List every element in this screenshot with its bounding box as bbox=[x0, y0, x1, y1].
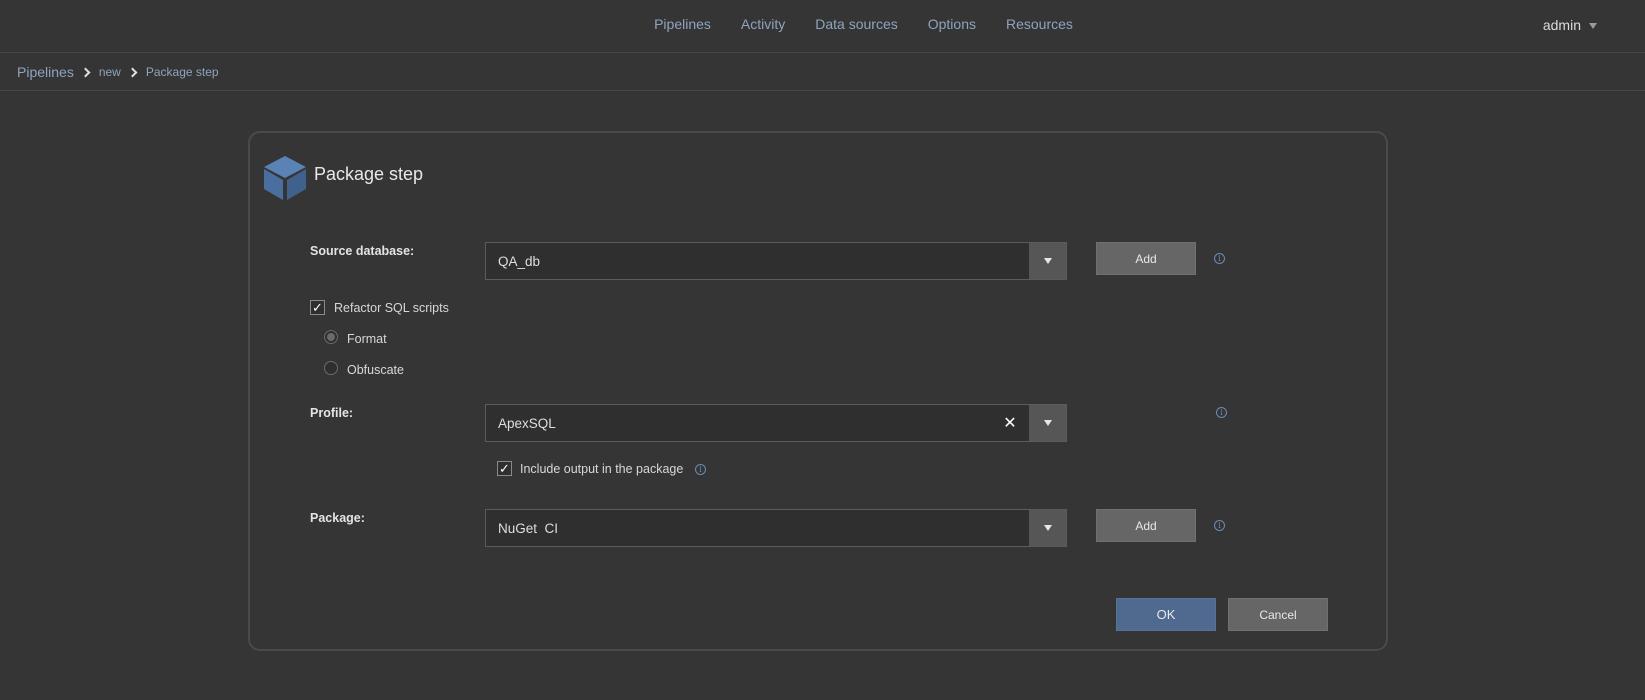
info-icon[interactable]: i bbox=[1214, 253, 1225, 264]
info-icon[interactable]: i bbox=[1214, 520, 1225, 531]
checkmark-icon: ✓ bbox=[312, 300, 323, 315]
refactor-sql-label: Refactor SQL scripts bbox=[334, 301, 449, 315]
obfuscate-label: Obfuscate bbox=[347, 363, 404, 377]
cancel-button[interactable]: Cancel bbox=[1228, 598, 1328, 631]
chevron-right-icon bbox=[80, 67, 91, 77]
ok-button[interactable]: OK bbox=[1116, 598, 1216, 631]
obfuscate-radio[interactable] bbox=[324, 361, 338, 375]
nav-pipelines[interactable]: Pipelines bbox=[654, 16, 711, 32]
panel-title: Package step bbox=[314, 164, 424, 184]
add-package-button[interactable]: Add bbox=[1096, 509, 1196, 542]
profile-dropdown-button[interactable] bbox=[1029, 405, 1066, 441]
top-bar: Pipelines Activity Data sources Options … bbox=[0, 0, 1645, 53]
main-nav: Pipelines Activity Data sources Options … bbox=[0, 16, 1645, 32]
breadcrumb-pipelines[interactable]: Pipelines bbox=[17, 64, 74, 80]
add-source-database-button[interactable]: Add bbox=[1096, 242, 1196, 275]
include-output-checkbox[interactable]: ✓ bbox=[497, 461, 512, 476]
info-icon[interactable]: i bbox=[1216, 407, 1227, 418]
user-name: admin bbox=[1542, 17, 1581, 33]
profile-select[interactable]: ApexSQL ✕ bbox=[485, 404, 1067, 442]
source-database-dropdown-button[interactable] bbox=[1029, 243, 1066, 279]
package-label: Package: bbox=[310, 511, 365, 525]
user-menu[interactable]: admin bbox=[1543, 17, 1597, 33]
info-icon[interactable]: i bbox=[695, 464, 706, 475]
package-step-panel: Package step Source database: QA_db Add … bbox=[248, 131, 1388, 651]
include-output-label: Include output in the package bbox=[520, 462, 684, 476]
source-database-value: QA_db bbox=[498, 253, 541, 269]
caret-down-icon bbox=[1589, 23, 1597, 29]
package-select[interactable]: NuGet CI bbox=[485, 509, 1067, 547]
cube-icon bbox=[264, 156, 306, 200]
breadcrumb: Pipelines new Package step bbox=[0, 54, 1645, 91]
checkmark-icon: ✓ bbox=[499, 461, 510, 476]
source-database-select[interactable]: QA_db bbox=[485, 242, 1067, 280]
format-label: Format bbox=[347, 332, 387, 346]
close-icon[interactable]: ✕ bbox=[999, 413, 1021, 433]
format-radio[interactable] bbox=[324, 330, 338, 344]
source-database-label: Source database: bbox=[310, 244, 415, 258]
profile-label: Profile: bbox=[310, 406, 354, 420]
chevron-right-icon bbox=[127, 67, 138, 77]
package-value: NuGet CI bbox=[498, 520, 559, 536]
profile-value: ApexSQL bbox=[498, 415, 556, 431]
chevron-down-icon bbox=[1043, 420, 1052, 426]
breadcrumb-new[interactable]: new bbox=[99, 65, 121, 79]
refactor-sql-checkbox[interactable]: ✓ bbox=[310, 300, 325, 315]
chevron-down-icon bbox=[1043, 258, 1052, 264]
package-dropdown-button[interactable] bbox=[1029, 510, 1066, 546]
nav-resources[interactable]: Resources bbox=[1006, 16, 1073, 32]
nav-data-sources[interactable]: Data sources bbox=[815, 16, 897, 32]
nav-options[interactable]: Options bbox=[928, 16, 976, 32]
chevron-down-icon bbox=[1043, 525, 1052, 531]
breadcrumb-package-step[interactable]: Package step bbox=[146, 65, 219, 79]
nav-activity[interactable]: Activity bbox=[741, 16, 785, 32]
radio-selected-dot bbox=[327, 333, 335, 341]
